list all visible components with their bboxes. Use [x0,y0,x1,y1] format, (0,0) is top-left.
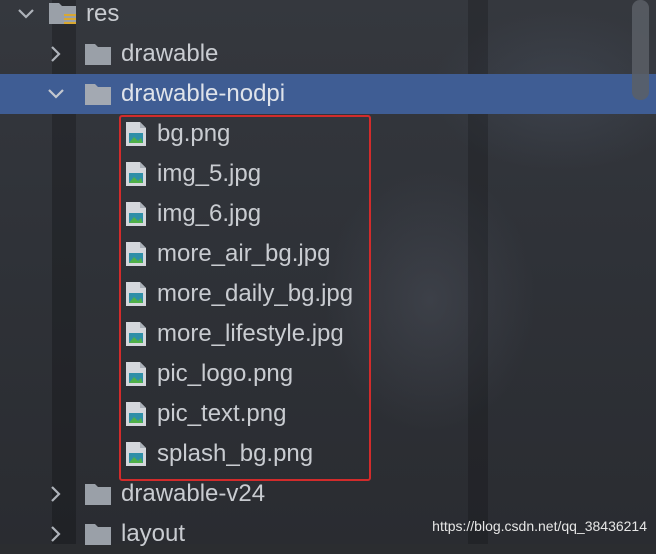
tree-item-label: pic_logo.png [157,360,294,387]
chevron-right-icon[interactable] [46,474,66,514]
image-file-icon [125,401,147,427]
tree-item-label: res [86,0,120,27]
tree-row-file[interactable]: more_air_bg.jpg [0,234,656,274]
tree-row-file[interactable]: pic_logo.png [0,354,656,394]
tree-item-label: drawable-nodpi [121,80,286,107]
watermark-text: https://blog.csdn.net/qq_38436214 [432,518,647,534]
image-file-icon [125,441,147,467]
tree-row-file[interactable]: more_daily_bg.jpg [0,274,656,314]
tree-row-drawable-v24[interactable]: drawable-v24 [0,474,656,514]
image-file-icon [125,121,147,147]
tree-item-label: img_6.jpg [157,200,262,227]
chevron-right-icon[interactable] [46,34,66,74]
chevron-down-icon[interactable] [16,0,36,34]
tree-row-file[interactable]: more_lifestyle.jpg [0,314,656,354]
tree-item-label: more_air_bg.jpg [157,240,331,267]
resource-folder-icon [48,0,76,24]
tree-item-label: more_lifestyle.jpg [157,320,344,347]
tree-row-file[interactable]: pic_text.png [0,394,656,434]
tree-item-label: drawable [121,40,219,67]
tree-row-file[interactable]: bg.png [0,114,656,154]
tree-row-res[interactable]: res [0,0,656,34]
tree-item-label: pic_text.png [157,400,287,427]
image-file-icon [125,161,147,187]
folder-icon [84,42,112,66]
tree-row-drawable[interactable]: drawable [0,34,656,74]
folder-icon [84,82,112,106]
chevron-right-icon[interactable] [46,514,66,554]
image-file-icon [125,361,147,387]
tree-item-label: bg.png [157,120,231,147]
tree-item-label: img_5.jpg [157,160,262,187]
tree-item-label: layout [121,520,186,547]
tree-row-file[interactable]: img_5.jpg [0,154,656,194]
folder-icon [84,522,112,546]
chevron-down-icon[interactable] [46,74,66,114]
tree-item-label: splash_bg.png [157,440,314,467]
image-file-icon [125,281,147,307]
tree-row-file[interactable]: img_6.jpg [0,194,656,234]
tree-row-drawable-nodpi[interactable]: drawable-nodpi [0,74,656,114]
image-file-icon [125,201,147,227]
folder-icon [84,482,112,506]
project-tree: res drawable drawable-nodpi bg.png img_5… [0,0,656,547]
image-file-icon [125,241,147,267]
tree-item-label: drawable-v24 [121,480,266,507]
tree-item-label: more_daily_bg.jpg [157,280,354,307]
image-file-icon [125,321,147,347]
vertical-scrollbar[interactable] [632,0,649,100]
tree-row-file[interactable]: splash_bg.png [0,434,656,474]
